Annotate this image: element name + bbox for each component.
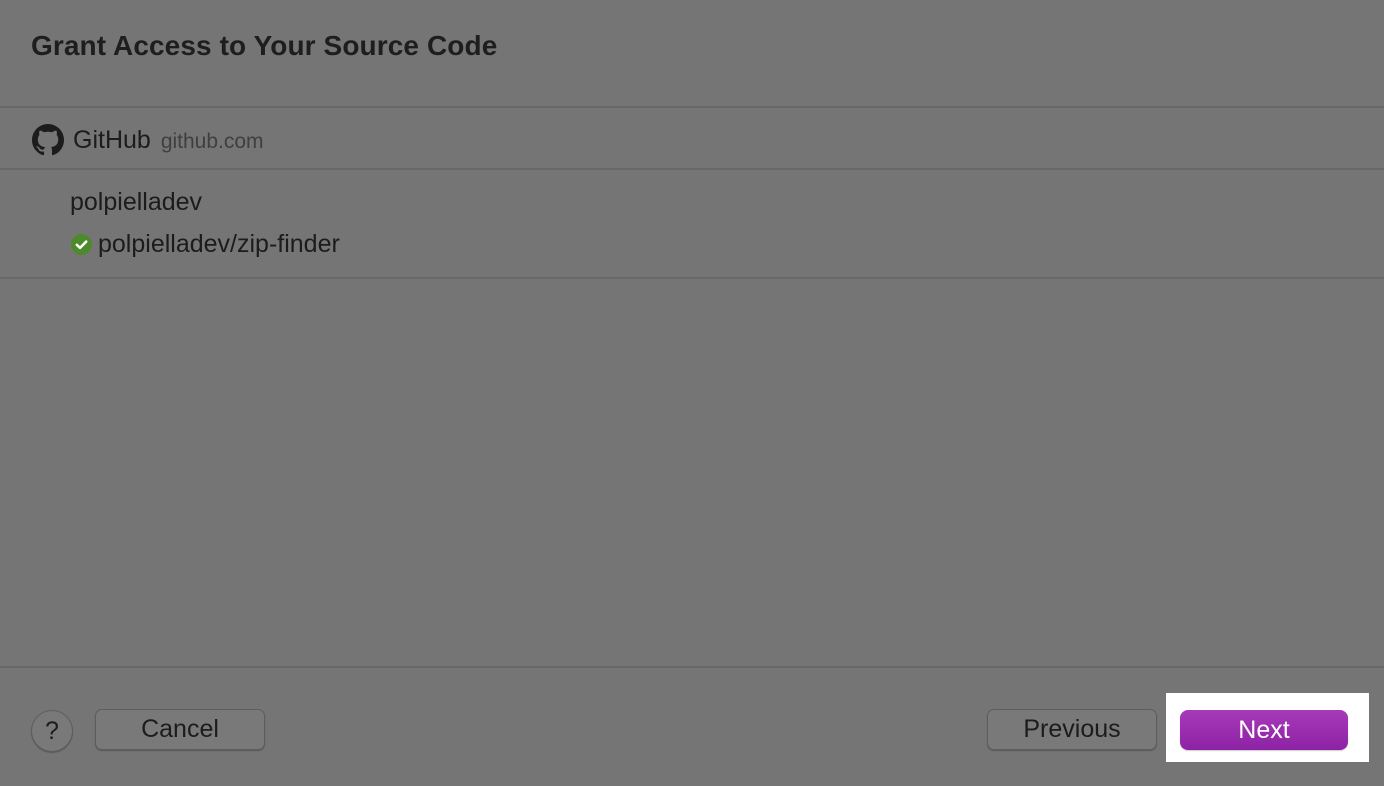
checkmark-circle-icon <box>71 234 92 255</box>
provider-domain: github.com <box>160 129 264 153</box>
help-button[interactable]: ? <box>31 710 73 752</box>
previous-button[interactable]: Previous <box>987 709 1157 750</box>
repository-item[interactable]: polpielladev/zip-finder <box>71 230 340 259</box>
account-name: polpielladev <box>70 188 203 216</box>
next-button[interactable]: Next <box>1180 710 1348 750</box>
divider <box>0 168 1384 170</box>
cancel-button[interactable]: Cancel <box>95 709 265 750</box>
divider <box>0 106 1384 108</box>
provider-name: GitHub <box>73 125 151 154</box>
repository-name: polpielladev/zip-finder <box>98 230 340 258</box>
dialog-title: Grant Access to Your Source Code <box>31 30 498 61</box>
provider-header: GitHub github.com <box>32 122 264 158</box>
github-icon <box>32 124 64 156</box>
divider <box>0 277 1384 279</box>
footer-divider <box>0 666 1384 668</box>
